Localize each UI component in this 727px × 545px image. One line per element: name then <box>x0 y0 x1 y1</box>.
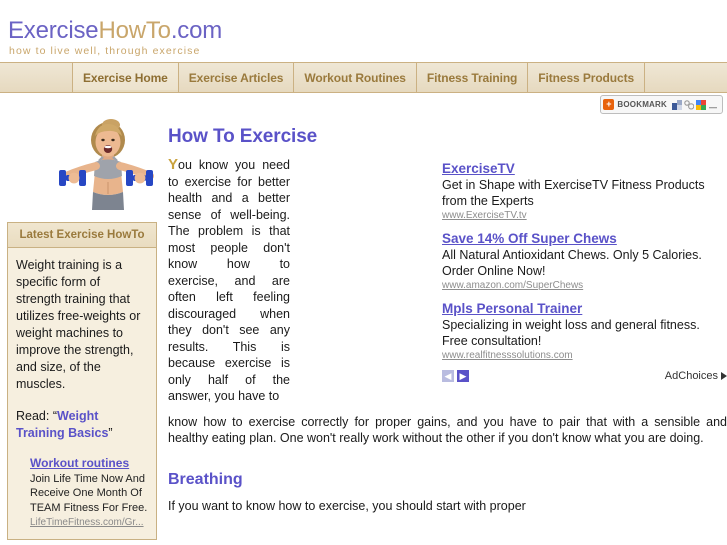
facebook-share-icon[interactable] <box>672 99 682 110</box>
ad-body: All Natural Antioxidant Chews. Only 5 Ca… <box>442 248 702 278</box>
main-navigation: Exercise Home Exercise Articles Workout … <box>0 62 727 93</box>
sidebar-ad-url[interactable]: LifeTimeFitness.com/Gr... <box>30 516 148 531</box>
google-share-icon[interactable] <box>696 99 706 110</box>
nav-spacer-right <box>645 63 727 92</box>
nav-item-workout-routines[interactable]: Workout Routines <box>294 63 417 92</box>
bookmark-share-widget[interactable]: + BOOKMARK <box>600 95 723 114</box>
adchoices-triangle-icon <box>721 372 727 380</box>
ad-next-button[interactable]: ▶ <box>457 370 469 382</box>
main-content: How To Exercise ExerciseTV Get in Shape … <box>168 115 727 545</box>
latest-howto-read-line: Read: “Weight Training Basics” <box>16 408 148 442</box>
site-header: ExerciseHowTo.com how to live well, thro… <box>0 0 727 62</box>
latest-howto-text: Weight training is a specific form of st… <box>16 258 141 391</box>
latest-howto-body: Weight training is a specific form of st… <box>8 248 156 539</box>
read-prefix: Read: “ <box>16 409 57 423</box>
logo-text-dotcom: .com <box>170 17 223 44</box>
ad-unit: Mpls Personal Trainer Specializing in we… <box>442 300 727 361</box>
dropcap-letter: Y <box>168 156 179 173</box>
read-suffix: ” <box>108 426 113 440</box>
latest-howto-title: Latest Exercise HowTo <box>8 223 156 248</box>
breathing-paragraph: If you want to know how to exercise, you… <box>168 498 526 513</box>
left-sidebar: Latest Exercise HowTo Weight training is… <box>0 115 165 545</box>
nav-spacer-left <box>0 63 73 92</box>
adchoices-label: AdChoices <box>664 370 718 382</box>
nav-item-fitness-training[interactable]: Fitness Training <box>416 63 529 92</box>
ad-unit: ExerciseTV Get in Shape with ExerciseTV … <box>442 160 727 221</box>
adchoices-link[interactable]: AdChoices <box>665 370 727 382</box>
ad-prev-button[interactable]: ◀ <box>442 370 454 382</box>
ad-body: Specializing in weight loss and general … <box>442 318 700 348</box>
sidebar-ad-body: Join Life Time Now And Receive One Month… <box>30 472 148 514</box>
ad-title[interactable]: ExerciseTV <box>442 160 727 177</box>
sidebar-ad-unit: Workout routines Join Life Time Now And … <box>30 456 148 531</box>
sidebar-ad-title[interactable]: Workout routines <box>30 456 129 471</box>
nav-item-fitness-products[interactable]: Fitness Products <box>528 63 646 92</box>
more-share-icon[interactable] <box>708 100 718 110</box>
share-icons-group[interactable] <box>672 99 718 110</box>
ad-url[interactable]: www.ExerciseTV.tv <box>442 210 727 221</box>
site-tagline: how to live well, through exercise <box>9 45 201 57</box>
ad-body: Get in Shape with ExerciseTV Fitness Pro… <box>442 178 705 208</box>
intro-paragraph-narrow: You know you need to exercise for better… <box>168 156 290 405</box>
ad-footer: ◀ ▶ AdChoices <box>442 370 727 382</box>
intro-paragraph-wide: know how to exercise correctly for prope… <box>168 414 727 446</box>
ad-unit: Save 14% Off Super Chews All Natural Ant… <box>442 230 727 291</box>
adsense-ad-block: ExerciseTV Get in Shape with ExerciseTV … <box>442 160 727 382</box>
ad-url[interactable]: www.amazon.com/SuperChews <box>442 280 727 291</box>
bookmark-label: BOOKMARK <box>617 100 667 109</box>
ad-url[interactable]: www.realfitnesssolutions.com <box>442 350 727 361</box>
myspace-share-icon[interactable] <box>684 99 694 110</box>
site-logo[interactable]: ExerciseHowTo.com <box>8 19 222 43</box>
ad-pagination: ◀ ▶ <box>442 370 469 382</box>
plus-icon: + <box>603 99 615 110</box>
logo-text-howto: HowTo <box>98 17 171 44</box>
ad-title[interactable]: Save 14% Off Super Chews <box>442 230 727 247</box>
intro-text-narrow: ou know you need to exercise for better … <box>168 158 290 403</box>
section-heading-breathing: Breathing <box>168 470 243 488</box>
bookmark-bar: + BOOKMARK <box>0 93 727 115</box>
nav-item-exercise-articles[interactable]: Exercise Articles <box>178 63 295 92</box>
ad-title[interactable]: Mpls Personal Trainer <box>442 300 727 317</box>
hero-photo-woman-with-dumbbells <box>58 118 158 228</box>
page-body: Latest Exercise HowTo Weight training is… <box>0 115 727 545</box>
logo-text-exercise: Exercise <box>8 17 99 44</box>
page-title: How To Exercise <box>168 126 318 147</box>
nav-item-exercise-home[interactable]: Exercise Home <box>73 63 179 92</box>
latest-howto-box: Latest Exercise HowTo Weight training is… <box>7 222 157 540</box>
